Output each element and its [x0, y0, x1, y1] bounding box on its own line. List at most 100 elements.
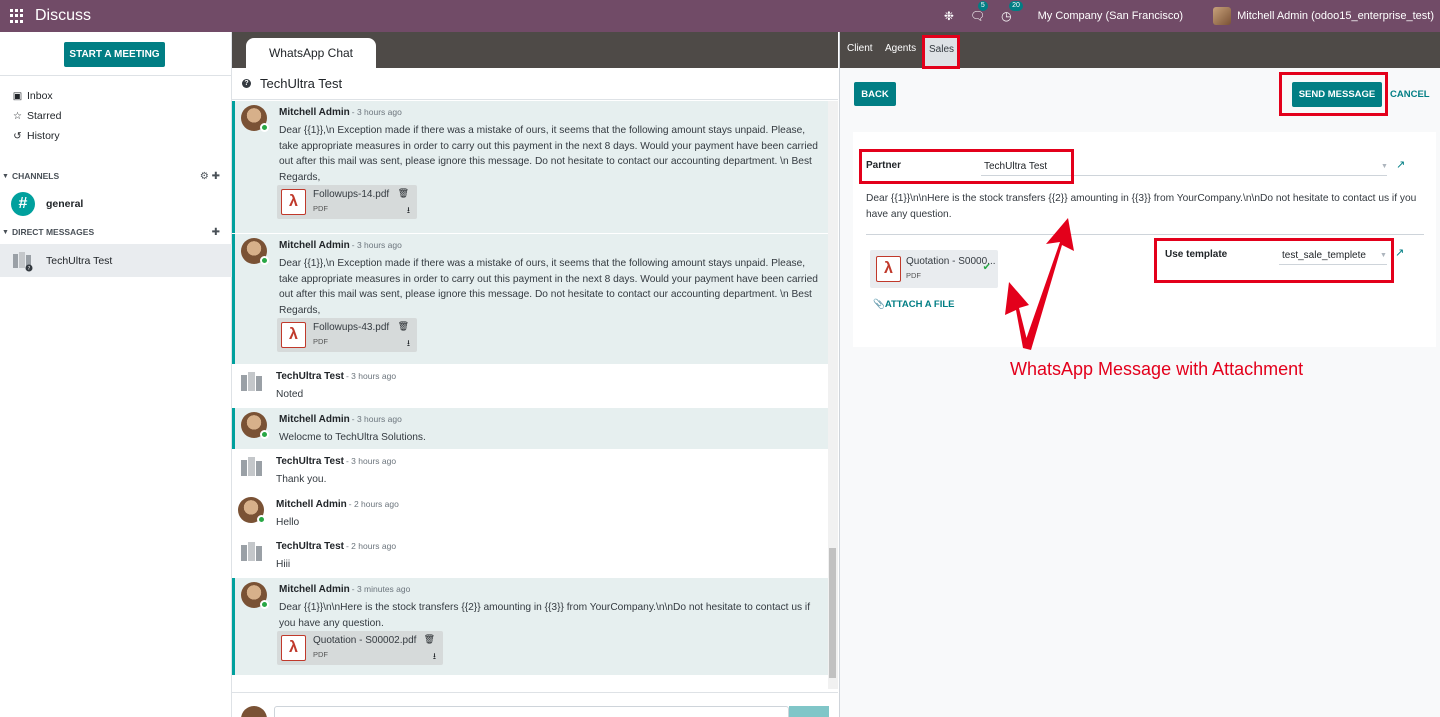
avatar[interactable] [241, 582, 269, 609]
attachment-card[interactable]: λ Followups-43.pdf PDF 🗑 ⭳ [277, 318, 417, 352]
message-body: Hello [276, 517, 300, 528]
online-status-icon [260, 123, 269, 132]
activity-clock-icon[interactable]: ◷ 20 [1001, 1, 1023, 23]
history-icon: ↺ [13, 130, 22, 142]
guest-avatar-icon[interactable] [238, 369, 264, 395]
svg-text:?: ? [28, 266, 31, 272]
message-time: - 3 hours ago [345, 371, 397, 381]
message-author[interactable]: Mitchell Admin [279, 240, 350, 251]
external-link-icon[interactable]: ↗ [1396, 158, 1405, 171]
user-avatar[interactable] [1213, 7, 1232, 25]
message: Mitchell Admin - 3 hours ago Dear {{1}},\… [232, 234, 828, 364]
attachment-card[interactable]: λ Quotation - S0000... PDF ✔ [870, 250, 998, 288]
tab-whatsapp-chat[interactable]: WhatsApp Chat [246, 38, 376, 68]
send-button[interactable] [789, 706, 829, 717]
bug-icon[interactable]: ❉ [944, 9, 954, 23]
message: TechUltra Test - 3 hours ago Thank you. [232, 450, 828, 492]
download-icon[interactable]: ⭳ [407, 203, 410, 219]
message: Mitchell Admin - 3 minutes ago Dear {{1}}… [232, 578, 828, 675]
avatar[interactable] [241, 105, 269, 132]
thread-title: TechUltra Test [260, 76, 343, 91]
chat-scrollbar[interactable] [828, 101, 838, 689]
composer [232, 692, 838, 717]
download-icon[interactable]: ⭳ [433, 649, 436, 665]
avatar[interactable] [238, 497, 266, 524]
message-author[interactable]: TechUltra Test [276, 541, 344, 552]
message-body: Noted [276, 389, 304, 400]
star-icon: ☆ [13, 110, 22, 122]
caret-down-icon[interactable]: ▼ [1381, 163, 1388, 170]
inbox-icon: ▣ [12, 90, 23, 102]
app-title: Discuss [35, 7, 92, 24]
message-time: - 3 minutes ago [351, 584, 411, 594]
scrollbar-thumb[interactable] [829, 548, 836, 678]
message-time: - 3 hours ago [345, 456, 397, 466]
start-meeting-button[interactable]: START A MEETING [64, 42, 165, 67]
message-time: - 2 hours ago [345, 541, 397, 551]
sidebar-item-starred[interactable]: ☆ Starred [12, 110, 61, 122]
chat-badge: 5 [977, 1, 988, 11]
message-author[interactable]: Mitchell Admin [279, 584, 350, 595]
channels-section[interactable]: ▼ CHANNELS ⚙ ✚ [0, 171, 232, 182]
message-input[interactable] [274, 706, 789, 717]
message-body-field[interactable]: Dear {{1}}\n\nHere is the stock transfer… [866, 191, 1432, 222]
message: TechUltra Test - 2 hours ago Hiii [232, 535, 828, 577]
message-author[interactable]: TechUltra Test [276, 371, 344, 382]
external-link-icon[interactable]: ↗ [1395, 246, 1404, 259]
attachment-type: PDF [313, 337, 328, 346]
trash-icon[interactable]: 🗑 [398, 321, 409, 332]
guest-avatar-icon[interactable] [238, 539, 264, 565]
message: Mitchell Admin - 3 hours ago Dear {{1}},\… [232, 101, 828, 233]
message-body: Dear {{1}},\n Exception made if there wa… [279, 258, 818, 316]
chat-tabbar: WhatsApp Chat [232, 32, 838, 68]
trash-icon[interactable]: 🗑 [398, 188, 409, 199]
company-switcher[interactable]: My Company (San Francisco) [1038, 10, 1184, 22]
channel-settings-icon[interactable]: ⚙ ✚ [200, 171, 220, 182]
apps-grid-icon[interactable] [10, 9, 24, 23]
highlight-box [1279, 72, 1388, 116]
back-button[interactable]: BACK [854, 82, 896, 106]
form-divider [866, 234, 1424, 235]
pdf-icon: λ [281, 189, 306, 215]
attach-file-button[interactable]: 📎ATTACH A FILE [873, 299, 955, 310]
sidebar-item-history[interactable]: ↺ History [12, 130, 59, 142]
cancel-button[interactable]: CANCEL [1390, 89, 1430, 100]
caret-down-icon: ▼ [2, 228, 9, 236]
guest-avatar-icon: ? [13, 251, 33, 272]
chat-icon[interactable]: 🗨 5 [970, 1, 988, 23]
avatar[interactable] [241, 412, 269, 439]
check-icon: ✔ [982, 262, 991, 273]
message-body: Thank you. [276, 474, 327, 485]
chat-area: WhatsApp Chat ? TechUltra Test Mitchell … [232, 32, 838, 717]
message-form: Partner TechUltra Test ▼ ↗ Dear {{1}}\n\… [853, 132, 1436, 347]
message-list: Mitchell Admin - 3 hours ago Dear {{1}},\… [232, 101, 828, 689]
tab-client[interactable]: Client [847, 43, 873, 54]
message-author[interactable]: TechUltra Test [276, 456, 344, 467]
trash-icon[interactable]: 🗑 [424, 634, 435, 645]
thread-header: ? TechUltra Test [232, 68, 838, 100]
add-dm-icon[interactable]: ✚ [212, 227, 220, 238]
top-navbar: Discuss ❉ 🗨 5 ◷ 20 My Company (San Francis… [0, 0, 1440, 32]
attachment-card[interactable]: λ Quotation - S00002.pdf PDF 🗑 ⭳ [277, 631, 443, 665]
guest-avatar-icon[interactable] [238, 454, 264, 480]
highlight-box [1154, 238, 1394, 283]
message-author[interactable]: Mitchell Admin [279, 107, 350, 118]
highlight-box [859, 149, 1074, 184]
direct-messages-section[interactable]: ▼ DIRECT MESSAGES ✚ [0, 227, 232, 238]
user-menu[interactable]: Mitchell Admin (odoo15_enterprise_test) [1237, 10, 1434, 22]
attachment-name: Followups-14.pdf [313, 189, 390, 200]
message-time: - 3 hours ago [351, 414, 402, 424]
download-icon[interactable]: ⭳ [407, 336, 410, 352]
attachment-card[interactable]: λ Followups-14.pdf PDF 🗑 ⭳ [277, 185, 417, 219]
avatar[interactable] [241, 238, 269, 265]
sidebar-item-inbox[interactable]: ▣ Inbox [12, 90, 53, 102]
message-author[interactable]: Mitchell Admin [279, 414, 350, 425]
dm-item-techultra[interactable]: ? TechUltra Test [0, 244, 232, 277]
message-author[interactable]: Mitchell Admin [276, 499, 347, 510]
message-body: Welocme to TechUltra Solutions. [279, 432, 426, 443]
hashtag-icon: # [11, 192, 35, 216]
question-icon: ? [242, 79, 251, 88]
online-status-icon [260, 430, 269, 439]
tab-agents[interactable]: Agents [885, 43, 916, 54]
channel-general[interactable]: # general [11, 192, 83, 216]
